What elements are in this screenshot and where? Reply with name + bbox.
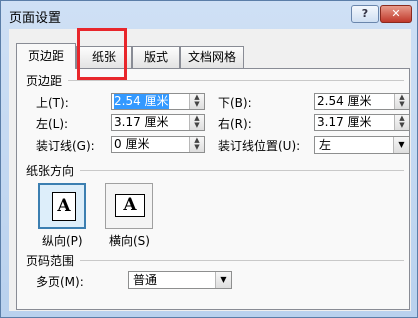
spin-down-icon[interactable]: ▼ [190, 144, 204, 151]
landscape-label[interactable]: 横向(S) [109, 232, 150, 249]
dialog-title: 页面设置 [9, 11, 62, 26]
margins-group-label: 页边距 [26, 74, 63, 88]
top-margin-value: 2.54 厘米 [114, 94, 169, 109]
right-margin-field[interactable]: 3.17 厘米 ▲ ▼ [314, 114, 410, 131]
gutter-spinner[interactable]: ▲ ▼ [189, 137, 204, 152]
top-margin-field[interactable]: 2.54 厘米 ▲ ▼ [111, 93, 205, 110]
bottom-margin-spinner[interactable]: ▲ ▼ [394, 94, 409, 109]
top-margin-spinner[interactable]: ▲ ▼ [189, 94, 204, 109]
left-margin-value: 3.17 厘米 [114, 115, 169, 129]
top-margin-label: 上(T): [36, 96, 69, 110]
spin-down-icon[interactable]: ▼ [395, 101, 409, 108]
right-margin-label: 右(R): [218, 117, 252, 131]
tab-document-grid[interactable]: 文档网格 [180, 46, 244, 68]
left-margin-label: 左(L): [36, 117, 69, 131]
gutter-position-value: 左 [319, 138, 332, 152]
multiple-pages-label: 多页(M): [36, 275, 84, 289]
pages-group-label: 页码范围 [26, 254, 75, 268]
left-margin-spinner[interactable]: ▲ ▼ [189, 115, 204, 130]
pages-divider [80, 260, 404, 261]
chevron-down-icon[interactable]: ▼ [393, 137, 409, 153]
portrait-page-icon: A [52, 192, 76, 221]
bottom-margin-value: 2.54 厘米 [317, 94, 372, 108]
orientation-group-label: 纸张方向 [26, 164, 75, 178]
bottom-margin-field[interactable]: 2.54 厘米 ▲ ▼ [314, 93, 410, 110]
help-button[interactable]: ? [351, 5, 379, 23]
highlight-box [77, 28, 127, 80]
spin-down-icon[interactable]: ▼ [395, 122, 409, 129]
multiple-pages-value: 普通 [133, 273, 158, 287]
gutter-field[interactable]: 0 厘米 ▲ ▼ [111, 136, 205, 153]
right-margin-value: 3.17 厘米 [317, 115, 372, 129]
portrait-button[interactable]: A [38, 183, 86, 229]
bottom-margin-label: 下(B): [218, 96, 252, 110]
gutter-label: 装订线(G): [36, 139, 95, 153]
multiple-pages-select[interactable]: 普通 ▼ [128, 271, 232, 289]
chevron-down-icon[interactable]: ▼ [215, 272, 231, 288]
orientation-divider [80, 170, 404, 171]
left-margin-field[interactable]: 3.17 厘米 ▲ ▼ [111, 114, 205, 131]
portrait-label[interactable]: 纵向(P) [42, 232, 83, 249]
landscape-page-icon: A [115, 194, 145, 217]
spin-down-icon[interactable]: ▼ [190, 122, 204, 129]
tab-layout[interactable]: 版式 [132, 46, 180, 68]
margins-divider [68, 80, 404, 81]
landscape-button[interactable]: A [105, 183, 153, 229]
right-margin-spinner[interactable]: ▲ ▼ [394, 115, 409, 130]
close-button[interactable]: ✕ [380, 5, 412, 23]
gutter-position-select[interactable]: 左 ▼ [314, 136, 410, 154]
gutter-position-label: 装订线位置(U): [218, 139, 301, 153]
spin-down-icon[interactable]: ▼ [190, 101, 204, 108]
gutter-value: 0 厘米 [114, 137, 150, 151]
tab-margins[interactable]: 页边距 [16, 43, 76, 69]
